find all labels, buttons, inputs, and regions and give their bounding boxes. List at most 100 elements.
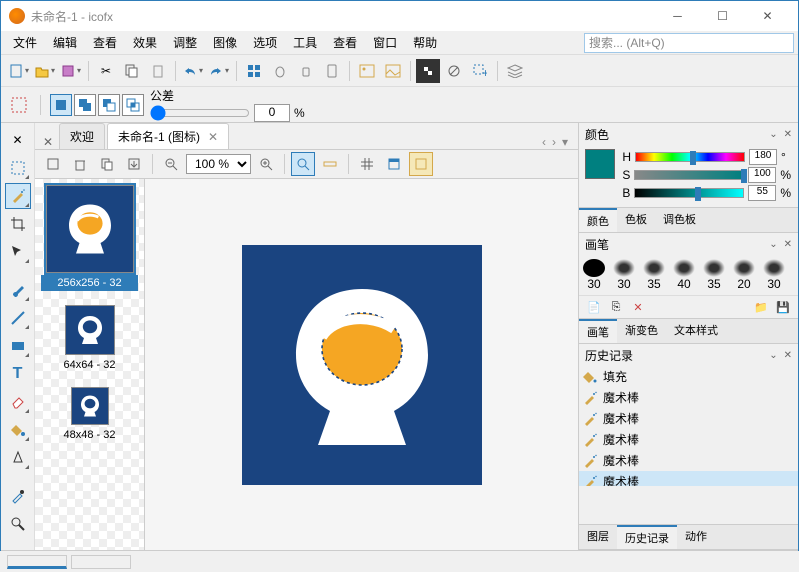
tab-close-icon[interactable]: ✕ <box>208 130 218 144</box>
menu-image[interactable]: 图像 <box>205 31 245 54</box>
close-button[interactable]: ✕ <box>745 1 790 31</box>
select-plus-button[interactable]: + <box>468 59 492 83</box>
view-zoom-button[interactable] <box>291 152 315 176</box>
menu-view2[interactable]: 查看 <box>325 31 365 54</box>
tab-history[interactable]: 历史记录 <box>617 525 677 549</box>
wand-tool[interactable] <box>5 183 31 209</box>
fill-tool[interactable] <box>5 417 31 443</box>
menu-help[interactable]: 帮助 <box>405 31 445 54</box>
history-item[interactable]: 魔术棒 <box>579 429 798 450</box>
brush-delete-icon[interactable]: ✕ <box>629 298 647 316</box>
thumb-256[interactable]: 256x256 - 32 <box>41 185 138 291</box>
thumb-48[interactable]: 48x48 - 32 <box>41 387 138 443</box>
history-item[interactable]: 填充 <box>579 366 798 387</box>
menu-tools[interactable]: 工具 <box>285 31 325 54</box>
bri-value[interactable]: 55 <box>748 185 776 201</box>
view-grid-button[interactable] <box>355 152 379 176</box>
select-mode-sub[interactable] <box>98 94 120 116</box>
tolerance-value[interactable]: 0 <box>254 104 290 122</box>
save-button[interactable] <box>59 59 83 83</box>
panel-collapse-icon[interactable]: ⌄ <box>769 239 777 250</box>
panel-collapse-icon[interactable]: ⌄ <box>769 129 777 140</box>
delete-size-button[interactable] <box>68 152 92 176</box>
brush-preset[interactable]: 30 <box>763 259 785 291</box>
copy-button[interactable] <box>120 59 144 83</box>
layers-icon[interactable] <box>503 59 527 83</box>
android-icon[interactable] <box>294 59 318 83</box>
menu-options[interactable]: 选项 <box>245 31 285 54</box>
apple-icon[interactable] <box>268 59 292 83</box>
select-mode-new[interactable] <box>50 94 72 116</box>
panel-close-icon[interactable]: ✕ <box>784 239 792 250</box>
mobile-icon[interactable] <box>320 59 344 83</box>
tab-welcome[interactable]: 欢迎 <box>59 123 105 149</box>
zoom-select[interactable]: 100 % <box>186 154 251 174</box>
line-tool[interactable] <box>5 305 31 331</box>
checker-dark-button[interactable] <box>416 59 440 83</box>
brush-preset[interactable]: 40 <box>673 259 695 291</box>
brush-preset[interactable]: 20 <box>733 259 755 291</box>
brush-preset[interactable]: 30 <box>583 259 605 291</box>
marquee-tool[interactable] <box>5 155 31 181</box>
menu-file[interactable]: 文件 <box>5 31 45 54</box>
image1-button[interactable] <box>355 59 379 83</box>
brush-save-icon[interactable]: 💾 <box>774 298 792 316</box>
new-size-button[interactable] <box>41 152 65 176</box>
eraser-tool[interactable] <box>5 389 31 415</box>
bri-slider[interactable] <box>634 188 744 198</box>
tab-menu-icon[interactable]: ▾ <box>562 135 568 149</box>
tab-textstyle[interactable]: 文本样式 <box>666 319 726 343</box>
canvas-area[interactable] <box>145 179 578 550</box>
undo-button[interactable] <box>181 59 205 83</box>
menu-edit[interactable]: 编辑 <box>45 31 85 54</box>
hue-value[interactable]: 180 <box>749 149 777 165</box>
eyedropper-tool[interactable] <box>5 483 31 509</box>
tab-palette[interactable]: 调色板 <box>655 208 704 232</box>
sat-slider[interactable] <box>634 170 744 180</box>
tab-document[interactable]: 未命名-1 (图标)✕ <box>107 123 229 149</box>
sharpen-tool[interactable] <box>5 445 31 471</box>
sat-value[interactable]: 100 <box>748 167 776 183</box>
brush-preset[interactable]: 35 <box>643 259 665 291</box>
tab-next-icon[interactable]: › <box>552 135 556 149</box>
view-checker-button[interactable] <box>409 152 433 176</box>
move-tool[interactable] <box>5 239 31 265</box>
cut-button[interactable]: ✂ <box>94 59 118 83</box>
menu-view[interactable]: 查看 <box>85 31 125 54</box>
panel-collapse-icon[interactable]: ⌄ <box>769 350 777 361</box>
tab-brush[interactable]: 画笔 <box>579 319 617 343</box>
close-palette-icon[interactable]: ✕ <box>5 127 31 153</box>
rect-tool[interactable] <box>5 333 31 359</box>
select-mode-add[interactable] <box>74 94 96 116</box>
thumb-64[interactable]: 64x64 - 32 <box>41 305 138 373</box>
brush-copy-icon[interactable]: ⎘ <box>607 298 625 316</box>
copy-size-button[interactable] <box>95 152 119 176</box>
menu-window[interactable]: 窗口 <box>365 31 405 54</box>
tabs-close-icon[interactable]: ✕ <box>39 135 57 149</box>
view-ruler-button[interactable] <box>318 152 342 176</box>
tab-actions[interactable]: 动作 <box>677 525 715 549</box>
history-item[interactable]: 魔术棒 <box>579 408 798 429</box>
tab-prev-icon[interactable]: ‹ <box>542 135 546 149</box>
selection-tool-icon[interactable] <box>7 93 31 117</box>
tab-swatches[interactable]: 色板 <box>617 208 655 232</box>
paste-button[interactable] <box>146 59 170 83</box>
open-file-button[interactable] <box>33 59 57 83</box>
windows-icon[interactable] <box>242 59 266 83</box>
new-file-button[interactable] <box>7 59 31 83</box>
export-button[interactable] <box>122 152 146 176</box>
brush-preset[interactable]: 35 <box>703 259 725 291</box>
crop-tool[interactable] <box>5 211 31 237</box>
tab-color[interactable]: 颜色 <box>579 208 617 232</box>
search-input[interactable]: 搜索... (Alt+Q) <box>584 33 794 53</box>
tolerance-slider[interactable] <box>150 105 250 121</box>
mask-button[interactable] <box>442 59 466 83</box>
tab-gradient[interactable]: 渐变色 <box>617 319 666 343</box>
brush-new-icon[interactable]: 📄 <box>585 298 603 316</box>
select-mode-intersect[interactable] <box>122 94 144 116</box>
tab-layers[interactable]: 图层 <box>579 525 617 549</box>
menu-effect[interactable]: 效果 <box>125 31 165 54</box>
zoom-out-button[interactable] <box>159 152 183 176</box>
minimize-button[interactable]: ─ <box>655 1 700 31</box>
zoom-tool[interactable] <box>5 511 31 537</box>
